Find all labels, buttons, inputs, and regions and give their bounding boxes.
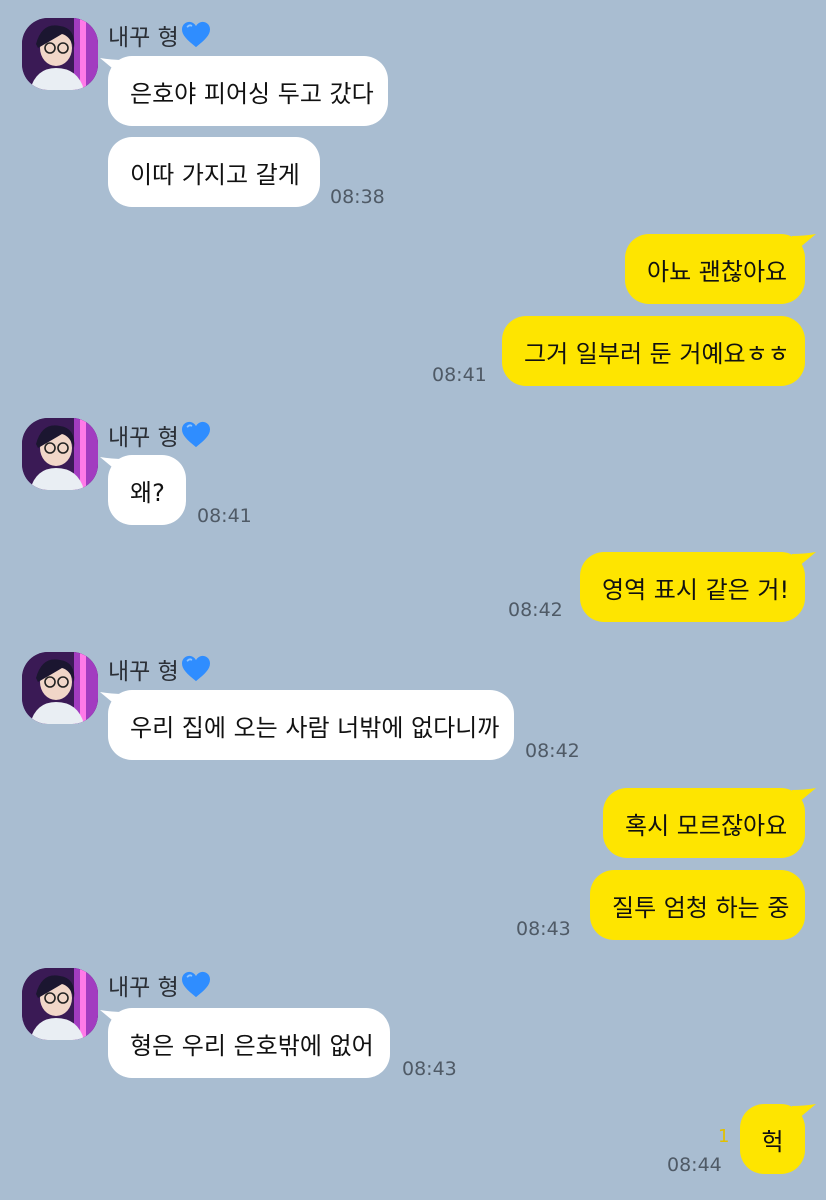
message-timestamp: 08:44 — [667, 1154, 722, 1176]
sender-name: 내꾸 형 — [108, 652, 211, 686]
message-text: 이따 가지고 갈게 — [130, 160, 300, 189]
sender-avatar[interactable] — [22, 968, 98, 1040]
message-bubble-outgoing[interactable]: 아뇨 괜찮아요 — [625, 234, 805, 304]
blue-heart-icon — [181, 655, 210, 682]
sender-name-text: 내꾸 형 — [108, 975, 179, 1001]
message-bubble-incoming[interactable]: 왜? — [108, 455, 186, 525]
message-bubble-outgoing[interactable]: 그거 일부러 둔 거예요ㅎㅎ — [502, 316, 805, 386]
message-bubble-outgoing[interactable]: 헉 — [740, 1104, 805, 1174]
message-text: 형은 우리 은호밖에 없어 — [130, 1031, 374, 1060]
message-text: 은호야 피어싱 두고 갔다 — [130, 79, 374, 108]
message-timestamp: 08:43 — [516, 918, 571, 940]
message-bubble-incoming[interactable]: 형은 우리 은호밖에 없어 — [108, 1008, 390, 1078]
message-bubble-incoming[interactable]: 은호야 피어싱 두고 갔다 — [108, 56, 388, 126]
avatar-portrait-icon — [22, 968, 98, 1040]
message-bubble-outgoing[interactable]: 혹시 모르잖아요 — [603, 788, 805, 858]
unread-count-badge: 1 — [718, 1126, 730, 1147]
avatar-portrait-icon — [22, 418, 98, 490]
blue-heart-icon — [181, 21, 210, 48]
message-text: 왜? — [130, 478, 165, 507]
sender-name: 내꾸 형 — [108, 18, 211, 52]
sender-name-text: 내꾸 형 — [108, 659, 179, 685]
message-text: 헉 — [761, 1127, 784, 1156]
message-timestamp: 08:42 — [508, 599, 563, 621]
message-timestamp: 08:41 — [432, 364, 487, 386]
message-text: 혹시 모르잖아요 — [625, 811, 788, 840]
sender-name-text: 내꾸 형 — [108, 425, 179, 451]
avatar-portrait-icon — [22, 652, 98, 724]
message-bubble-incoming[interactable]: 이따 가지고 갈게 — [108, 137, 320, 207]
message-bubble-incoming[interactable]: 우리 집에 오는 사람 너밖에 없다니까 — [108, 690, 514, 760]
sender-name: 내꾸 형 — [108, 418, 211, 452]
message-text: 영역 표시 같은 거! — [602, 575, 790, 604]
sender-name: 내꾸 형 — [108, 968, 211, 1002]
message-bubble-outgoing[interactable]: 질투 엄청 하는 중 — [590, 870, 805, 940]
message-text: 아뇨 괜찮아요 — [647, 257, 788, 286]
sender-avatar[interactable] — [22, 418, 98, 490]
message-timestamp: 08:42 — [525, 740, 580, 762]
message-text: 질투 엄청 하는 중 — [612, 893, 790, 922]
sender-name-text: 내꾸 형 — [108, 25, 179, 51]
sender-avatar[interactable] — [22, 18, 98, 90]
message-timestamp: 08:38 — [330, 186, 385, 208]
blue-heart-icon — [181, 971, 210, 998]
message-bubble-outgoing[interactable]: 영역 표시 같은 거! — [580, 552, 805, 622]
message-timestamp: 08:41 — [197, 505, 252, 527]
message-text: 우리 집에 오는 사람 너밖에 없다니까 — [130, 713, 500, 742]
message-text: 그거 일부러 둔 거예요ㅎㅎ — [524, 339, 790, 368]
blue-heart-icon — [181, 421, 210, 448]
avatar-portrait-icon — [22, 18, 98, 90]
message-timestamp: 08:43 — [402, 1058, 457, 1080]
sender-avatar[interactable] — [22, 652, 98, 724]
